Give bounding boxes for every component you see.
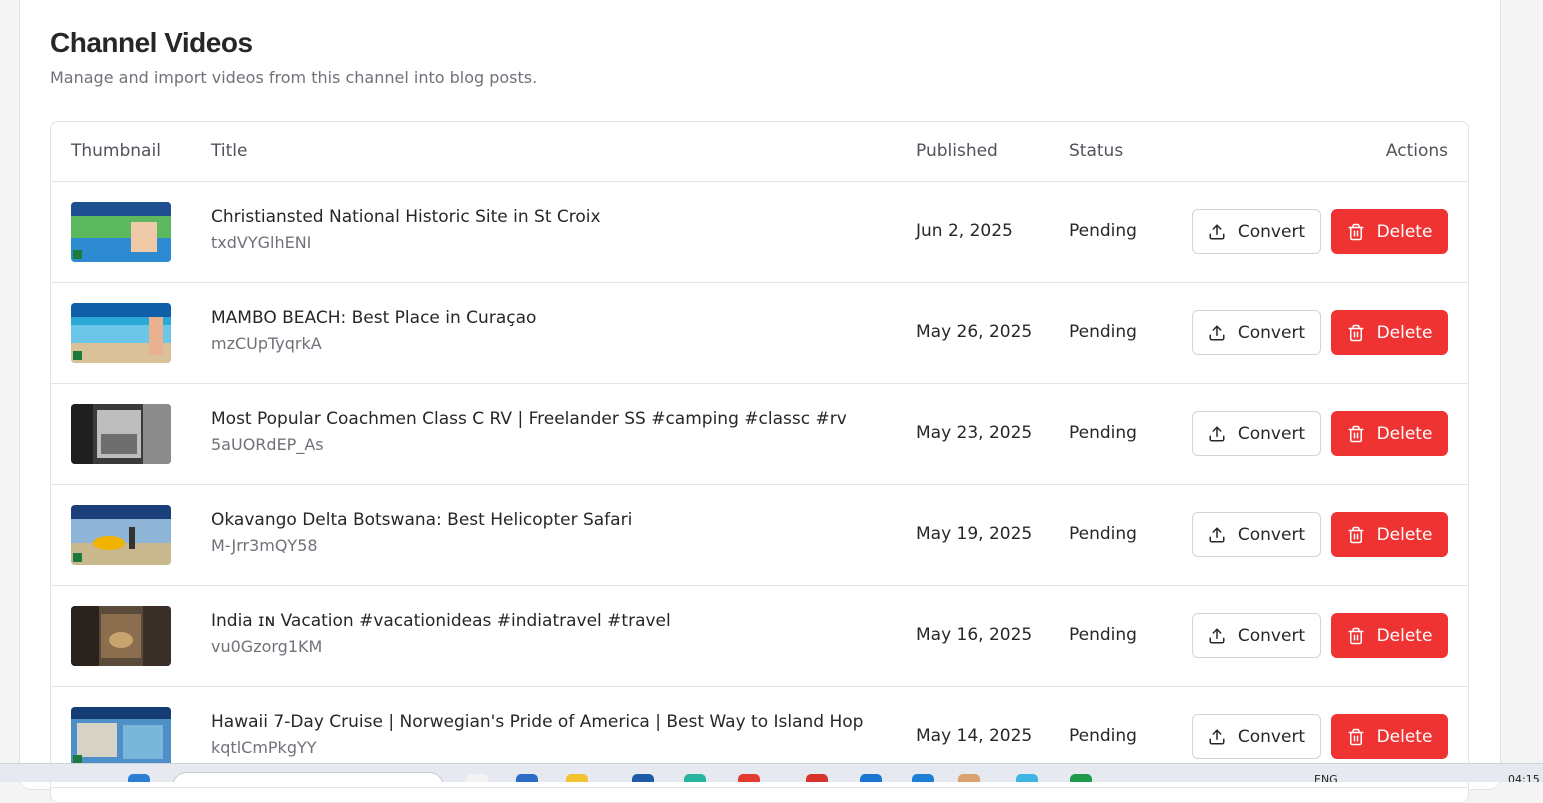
table-header: Thumbnail Title Published Status Actions	[51, 122, 1468, 182]
video-thumbnail[interactable]	[71, 303, 171, 363]
videos-table: Thumbnail Title Published Status Actions…	[50, 121, 1469, 803]
delete-label: Delete	[1376, 625, 1433, 646]
convert-label: Convert	[1237, 221, 1306, 242]
video-title: Okavango Delta Botswana: Best Helicopter…	[211, 510, 633, 530]
video-title: India ɪɴ Vacation #vacationideas #indiat…	[211, 611, 671, 631]
upload-icon	[1208, 728, 1226, 746]
upload-icon	[1208, 324, 1226, 342]
trash-icon	[1347, 223, 1365, 241]
column-header-status: Status	[1069, 141, 1124, 161]
video-title: MAMBO BEACH: Best Place in Curaçao	[211, 308, 537, 328]
video-title: Most Popular Coachmen Class C RV | Freel…	[211, 409, 847, 429]
delete-label: Delete	[1376, 322, 1433, 343]
status-text: Pending	[1069, 524, 1137, 544]
convert-label: Convert	[1237, 423, 1306, 444]
convert-label: Convert	[1237, 726, 1306, 747]
video-title: Hawaii 7-Day Cruise | Norwegian's Pride …	[211, 712, 864, 732]
video-thumbnail[interactable]	[71, 404, 171, 464]
column-header-actions: Actions	[1385, 141, 1448, 161]
trash-icon	[1347, 324, 1365, 342]
page-title: Channel Videos	[50, 27, 253, 58]
video-title: Christiansted National Historic Site in …	[211, 207, 601, 227]
upload-icon	[1208, 425, 1226, 443]
trash-icon	[1347, 425, 1365, 443]
taskbar: ENG 04:15	[0, 763, 1543, 782]
status-text: Pending	[1069, 625, 1137, 645]
published-date: May 14, 2025	[916, 726, 1033, 746]
delete-button[interactable]: Delete	[1331, 613, 1448, 658]
video-id: 5aUORdEP_As	[211, 435, 324, 454]
convert-label: Convert	[1237, 322, 1306, 343]
page-subtitle: Manage and import videos from this chann…	[50, 68, 538, 87]
table-row: India ɪɴ Vacation #vacationideas #indiat…	[51, 586, 1468, 687]
column-header-published: Published	[916, 141, 998, 161]
convert-button[interactable]: Convert	[1192, 613, 1321, 658]
table-row: Most Popular Coachmen Class C RV | Freel…	[51, 384, 1468, 485]
upload-icon	[1208, 526, 1226, 544]
video-thumbnail[interactable]	[71, 505, 171, 565]
delete-label: Delete	[1376, 423, 1433, 444]
delete-button[interactable]: Delete	[1331, 209, 1448, 254]
video-id: kqtlCmPkgYY	[211, 738, 317, 757]
delete-button[interactable]: Delete	[1331, 411, 1448, 456]
delete-button[interactable]: Delete	[1331, 714, 1448, 759]
status-text: Pending	[1069, 726, 1137, 746]
status-text: Pending	[1069, 423, 1137, 443]
delete-button[interactable]: Delete	[1331, 310, 1448, 355]
delete-label: Delete	[1376, 221, 1433, 242]
published-date: May 23, 2025	[916, 423, 1033, 443]
convert-label: Convert	[1237, 524, 1306, 545]
video-thumbnail[interactable]	[71, 202, 171, 262]
video-id: mzCUpTyqrkA	[211, 334, 322, 353]
convert-button[interactable]: Convert	[1192, 512, 1321, 557]
published-date: May 26, 2025	[916, 322, 1033, 342]
upload-icon	[1208, 223, 1226, 241]
video-id: txdVYGlhENI	[211, 233, 312, 252]
convert-button[interactable]: Convert	[1192, 209, 1321, 254]
column-header-title: Title	[211, 141, 248, 161]
status-text: Pending	[1069, 221, 1137, 241]
video-thumbnail[interactable]	[71, 606, 171, 666]
convert-button[interactable]: Convert	[1192, 714, 1321, 759]
video-thumbnail[interactable]	[71, 707, 171, 767]
column-header-thumbnail: Thumbnail	[71, 141, 161, 161]
table-row: MAMBO BEACH: Best Place in Curaçao mzCUp…	[51, 283, 1468, 384]
convert-button[interactable]: Convert	[1192, 310, 1321, 355]
video-id: vu0Gzorg1KM	[211, 637, 323, 656]
table-row: Christiansted National Historic Site in …	[51, 182, 1468, 283]
upload-icon	[1208, 627, 1226, 645]
published-date: Jun 2, 2025	[916, 221, 1013, 241]
published-date: May 16, 2025	[916, 625, 1033, 645]
delete-label: Delete	[1376, 726, 1433, 747]
convert-label: Convert	[1237, 625, 1306, 646]
trash-icon	[1347, 728, 1365, 746]
table-row: Okavango Delta Botswana: Best Helicopter…	[51, 485, 1468, 586]
status-text: Pending	[1069, 322, 1137, 342]
trash-icon	[1347, 526, 1365, 544]
published-date: May 19, 2025	[916, 524, 1033, 544]
delete-label: Delete	[1376, 524, 1433, 545]
video-id: M-Jrr3mQY58	[211, 536, 318, 555]
trash-icon	[1347, 627, 1365, 645]
convert-button[interactable]: Convert	[1192, 411, 1321, 456]
delete-button[interactable]: Delete	[1331, 512, 1448, 557]
